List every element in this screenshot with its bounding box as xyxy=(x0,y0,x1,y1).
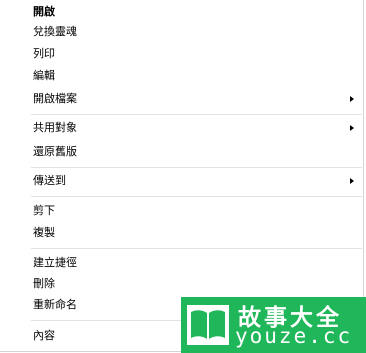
menu-item-rename-label: 重新命名 xyxy=(33,298,77,311)
menu-item-change-soul-label: 兌換靈魂 xyxy=(33,25,77,38)
menu-item-change-soul[interactable]: 兌換靈魂 xyxy=(0,22,362,42)
menu-item-edit-label: 編輯 xyxy=(33,69,55,82)
menu-item-open-with-label: 開啟檔案 xyxy=(33,92,77,105)
menu-item-delete[interactable]: 刪除 xyxy=(0,274,362,294)
menu-item-create-shortcut-label: 建立捷徑 xyxy=(33,256,77,269)
menu-item-restore-previous-label: 還原舊版 xyxy=(33,145,77,158)
menu-item-send-to-label: 傳送到 xyxy=(33,174,66,187)
menu-item-delete-label: 刪除 xyxy=(33,277,55,290)
menu-item-open[interactable]: 開啟 xyxy=(0,2,362,22)
menu-item-cut[interactable]: 剪下 xyxy=(0,201,362,221)
submenu-arrow-icon xyxy=(350,96,354,102)
menu-item-copy-label: 複製 xyxy=(33,226,55,239)
submenu-arrow-icon xyxy=(350,178,354,184)
menu-item-print-label: 列印 xyxy=(33,47,55,60)
menu-item-print[interactable]: 列印 xyxy=(0,44,362,64)
menu-item-edit[interactable]: 編輯 xyxy=(0,66,362,86)
menu-item-open-label: 開啟 xyxy=(33,5,55,18)
menu-item-cut-label: 剪下 xyxy=(33,204,55,217)
site-watermark: 故事大全 youze.cc xyxy=(181,297,366,353)
open-book-icon xyxy=(187,305,229,345)
menu-item-share-with-label: 共用對象 xyxy=(33,121,77,134)
watermark-url: youze.cc xyxy=(235,324,353,348)
menu-separator xyxy=(31,167,362,168)
menu-item-restore-previous[interactable]: 還原舊版 xyxy=(0,142,362,162)
menu-separator xyxy=(31,114,362,115)
menu-separator xyxy=(31,196,362,197)
menu-item-share-with[interactable]: 共用對象 xyxy=(0,118,362,138)
menu-item-create-shortcut[interactable]: 建立捷徑 xyxy=(0,253,362,273)
submenu-arrow-icon xyxy=(350,125,354,131)
menu-separator xyxy=(31,248,362,249)
menu-item-copy[interactable]: 複製 xyxy=(0,223,362,243)
menu-item-properties-label: 內容 xyxy=(33,329,55,342)
menu-item-open-with[interactable]: 開啟檔案 xyxy=(0,89,362,109)
menu-item-send-to[interactable]: 傳送到 xyxy=(0,171,362,191)
